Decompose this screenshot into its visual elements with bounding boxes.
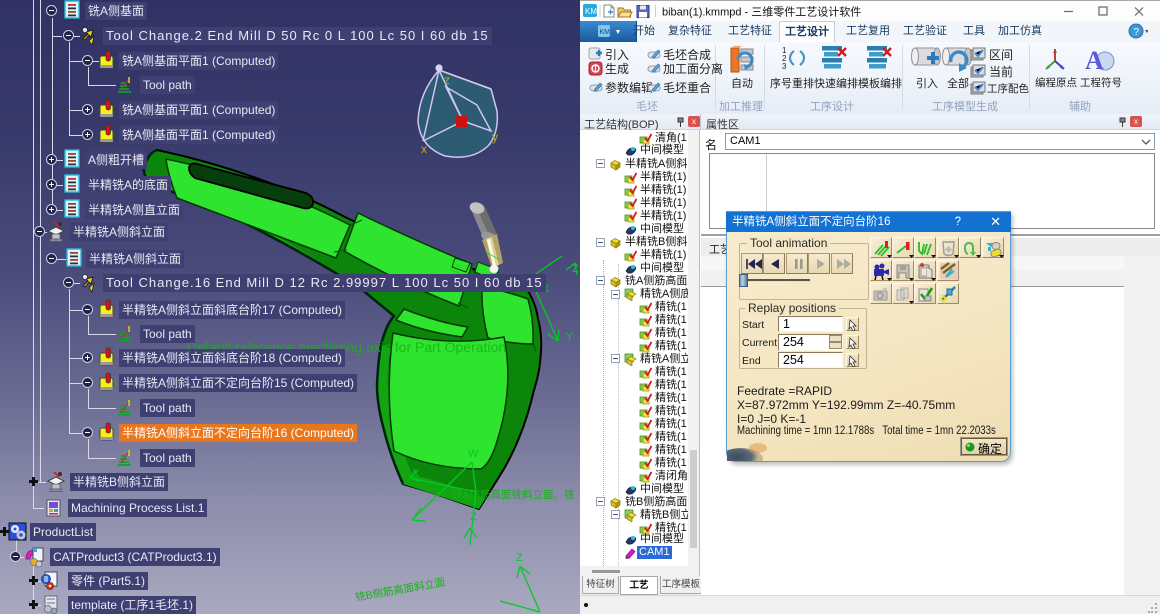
svg-text:3: 3 [782,62,787,71]
svg-text:biban(1).kmmpd - 三维零件工艺设计软件: biban(1).kmmpd - 三维零件工艺设计软件 [662,5,861,19]
svg-text:A: A [1085,46,1104,73]
svg-text:?: ? [1134,27,1140,38]
svg-text:KM: KM [585,7,597,16]
svg-text:KM: KM [600,29,611,36]
